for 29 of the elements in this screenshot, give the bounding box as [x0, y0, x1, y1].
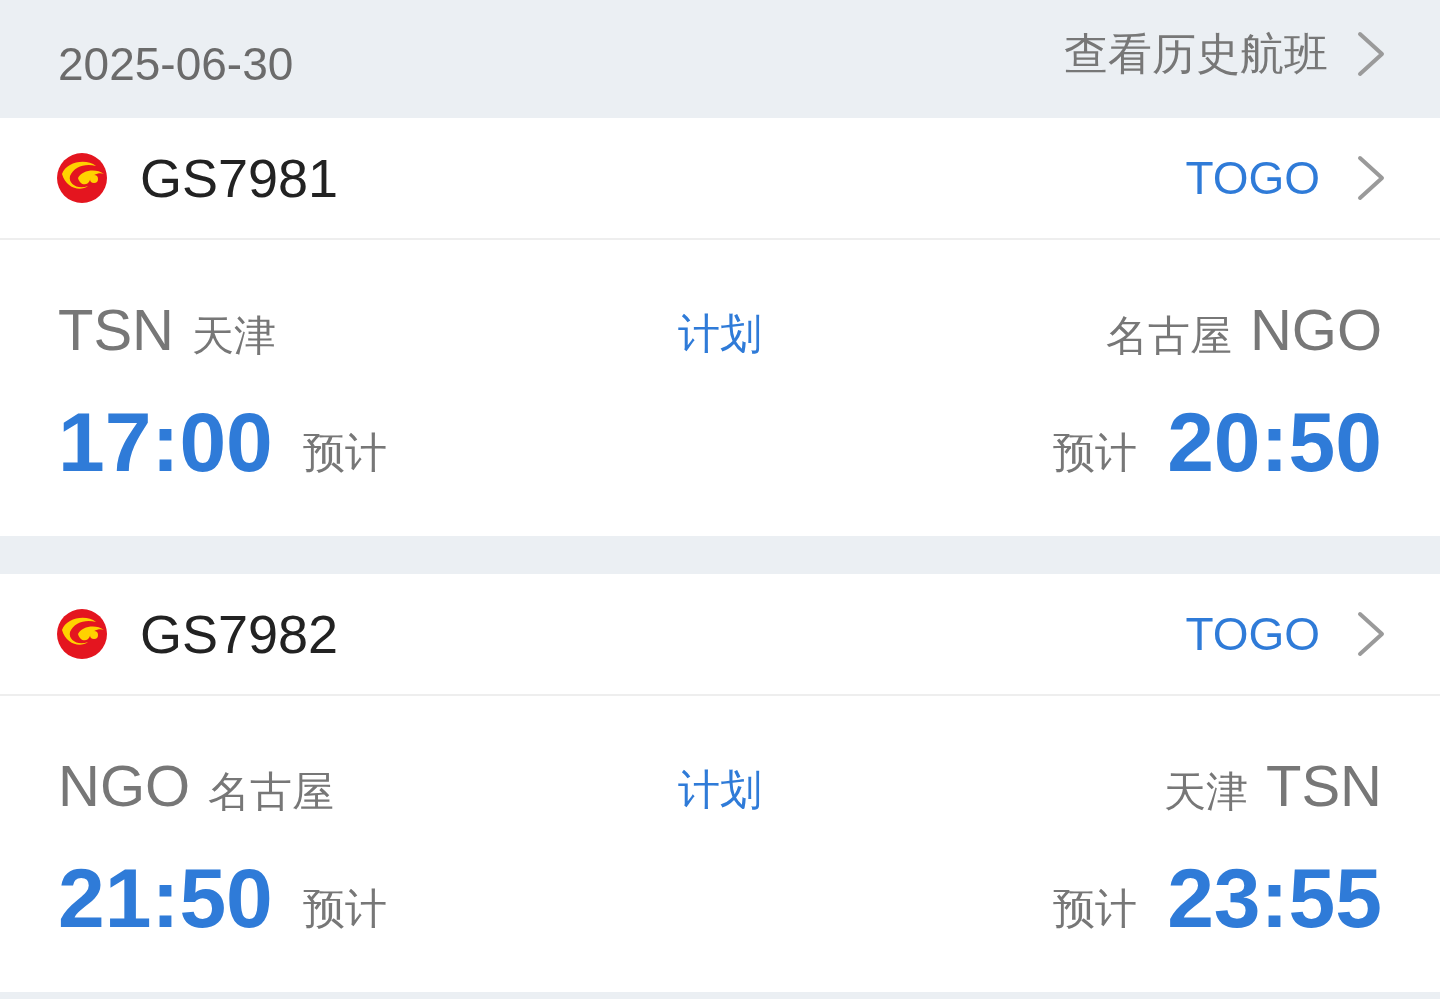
chevron-right-icon — [1356, 610, 1386, 658]
date-label: 2025-06-30 — [58, 36, 294, 92]
chevron-right-icon — [1356, 30, 1386, 78]
airport-code: NGO — [1249, 296, 1382, 364]
time-label: 预计 — [1053, 884, 1138, 934]
chevron-right-icon — [1356, 154, 1386, 202]
departure-time: 21:50 — [58, 850, 273, 947]
airport-code: NGO — [58, 752, 191, 820]
flight-number: GS7982 — [140, 602, 339, 666]
airport-code: TSN — [1266, 752, 1382, 820]
city-name: 名古屋 — [208, 767, 335, 817]
city-name: 名古屋 — [1105, 311, 1232, 361]
airline-logo-icon — [56, 608, 108, 660]
city-name: 天津 — [192, 311, 276, 361]
time-label: 预计 — [302, 884, 387, 934]
arrival-time: 23:55 — [1167, 850, 1382, 947]
operator-link[interactable]: TOGO — [1185, 599, 1320, 669]
status-label: 计划 — [678, 765, 762, 815]
operator-link[interactable]: TOGO — [1185, 143, 1320, 213]
time-label: 预计 — [302, 428, 387, 478]
flight-number: GS7981 — [140, 146, 339, 210]
status-label: 计划 — [678, 309, 762, 359]
time-label: 预计 — [1053, 428, 1138, 478]
history-flights-link[interactable]: 查看历史航班 — [1064, 21, 1328, 87]
departure-time: 17:00 — [58, 394, 273, 491]
airline-logo-icon — [56, 152, 108, 204]
city-name: 天津 — [1164, 767, 1248, 817]
airport-code: TSN — [58, 296, 174, 364]
arrival-time: 20:50 — [1167, 394, 1382, 491]
